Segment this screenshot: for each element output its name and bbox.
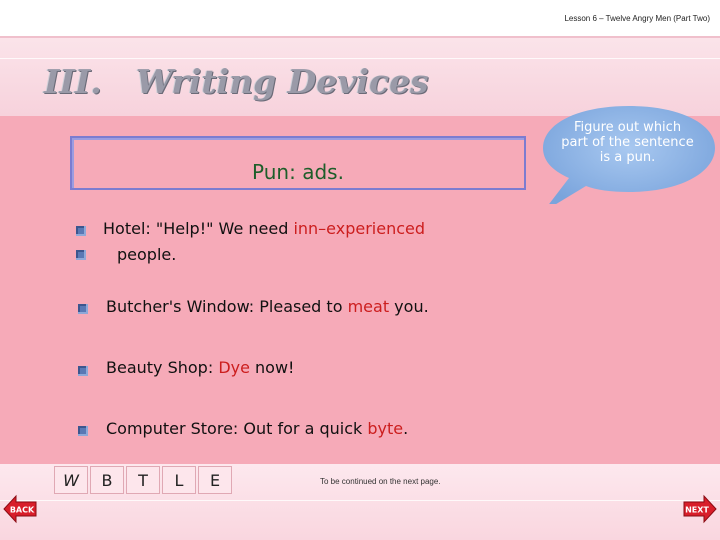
nav-button-b[interactable]: B: [90, 466, 124, 494]
pun-word: Dye: [218, 358, 250, 377]
item-text: Beauty Shop:: [106, 358, 219, 377]
section-numeral: III.: [44, 62, 102, 101]
nav-button-e[interactable]: E: [198, 466, 232, 494]
bubble-text: Figure out which part of the sentence is…: [561, 120, 694, 165]
divider: [0, 58, 720, 59]
item-text: now!: [249, 358, 295, 377]
section-title-text: Writing Devices: [135, 62, 429, 101]
continued-note: To be continued on the next page.: [320, 477, 441, 486]
bullet-icon: [78, 366, 88, 376]
item-text: you.: [389, 297, 429, 316]
bullet-icon: [76, 250, 86, 260]
item-text: .: [403, 419, 409, 438]
nav-button-t[interactable]: T: [126, 466, 160, 494]
slide: Lesson 6 – Twelve Angry Men (Part Two) I…: [0, 0, 720, 540]
pun-heading-box: Pun: ads.: [70, 136, 526, 190]
next-label: NEXT: [685, 506, 709, 515]
item-text: Computer Store: Out for a quick: [106, 419, 368, 438]
section-nav: W B T L E: [54, 466, 234, 494]
list-item-beauty: Beauty Shop: Dye now!: [106, 357, 294, 379]
item-text: Butcher's Window: Pleased to: [106, 297, 348, 316]
back-label: BACK: [10, 506, 35, 515]
list-item-computer: Computer Store: Out for a quick byte.: [106, 418, 408, 440]
divider: [0, 500, 720, 501]
pun-word: byte: [367, 419, 404, 438]
section-heading: III. Writing Devices: [44, 62, 429, 101]
next-button[interactable]: NEXT: [682, 494, 718, 524]
pun-word: meat: [347, 297, 390, 316]
nav-button-w[interactable]: W: [54, 466, 88, 494]
bullet-icon: [78, 304, 88, 314]
list-item-hotel-line2: people.: [117, 245, 177, 264]
back-button[interactable]: BACK: [2, 494, 38, 524]
nav-button-l[interactable]: L: [162, 466, 196, 494]
list-item-hotel: Hotel: "Help!" We need inn–experienced: [103, 218, 425, 240]
pun-heading: Pun: ads.: [252, 160, 344, 184]
bullet-icon: [78, 426, 88, 436]
item-text: Hotel: "Help!" We need: [103, 219, 294, 238]
list-item-butcher: Butcher's Window: Pleased to meat you.: [106, 296, 429, 318]
lesson-title: Lesson 6 – Twelve Angry Men (Part Two): [564, 14, 710, 23]
pun-word: inn–experienced: [293, 219, 425, 238]
bullet-icon: [76, 226, 86, 236]
